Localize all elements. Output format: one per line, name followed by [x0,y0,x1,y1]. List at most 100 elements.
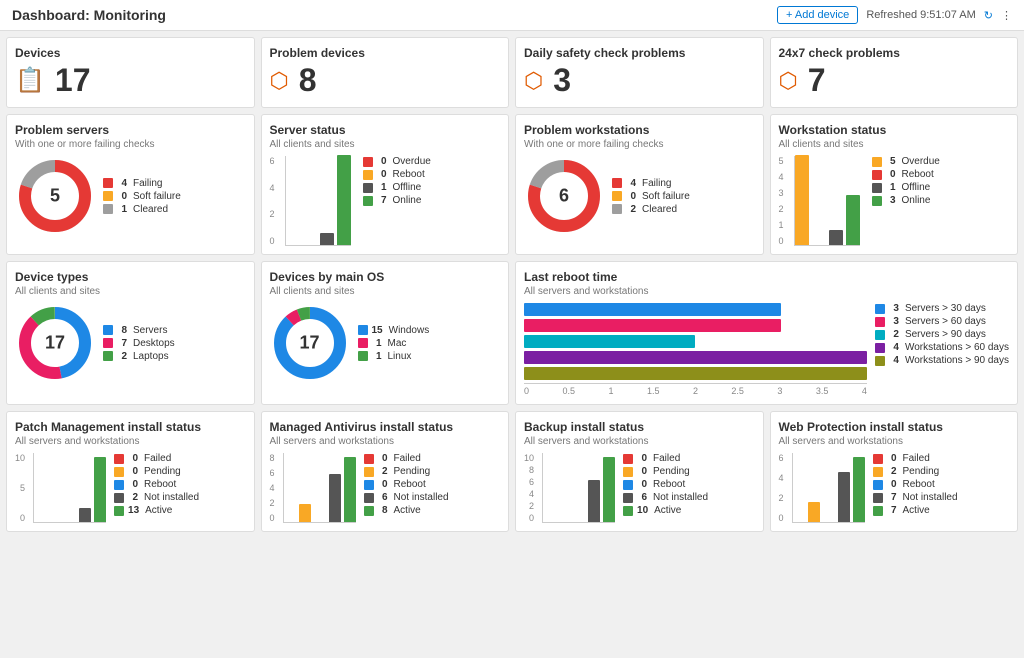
workstation-status-card: Workstation status All clients and sites… [770,114,1019,255]
device-types-count: 17 [45,333,65,354]
backup-bar-active [603,457,615,522]
daily-safety-summary: ⬡ 3 [524,62,755,99]
problem-workstations-title: Problem workstations [524,123,755,137]
problem-servers-donut: 5 [15,156,95,236]
problem-workstations-donut: 6 [524,156,604,236]
problem-workstations-subtitle: With one or more failing checks [524,139,755,150]
av-bar-active [344,457,356,522]
patch-bars [33,453,106,523]
hbar-servers-60 [524,319,781,332]
devices-card: Devices 📋 17 [6,37,255,108]
workstation-status-subtitle: All clients and sites [779,139,1010,150]
legend-item: 4 Failing [103,178,181,189]
check-24x7-card: 24x7 check problems ⬡ 7 [770,37,1019,108]
web-prot-subtitle: All servers and workstations [779,436,1010,447]
server-status-yaxis: 6420 [270,156,277,246]
backup-legend: 0Failed 0Pending 0Reboot 6Not installed … [623,453,708,516]
last-reboot-bars: 00.511.522.533.54 [524,303,867,396]
warning-icon: ⬡ [270,68,289,94]
hbar-ws-60 [524,351,867,364]
hbar-axis: 00.511.522.533.54 [524,383,867,396]
webprot-bar-active [853,457,865,522]
problem-servers-count: 5 [50,186,60,207]
devices-by-os-card: Devices by main OS All clients and sites… [261,261,510,405]
devices-by-os-chart: 17 15Windows 1Mac 1Linux [270,303,501,383]
bar-offline-ws [829,230,843,245]
device-types-subtitle: All clients and sites [15,286,246,297]
av-bar-pending [299,504,311,522]
daily-safety-count: 3 [553,62,571,99]
daily-warning-icon: ⬡ [524,68,543,94]
last-reboot-title: Last reboot time [524,270,1009,284]
patch-bar-notinstalled [79,508,91,522]
managed-antivirus-card: Managed Antivirus install status All ser… [261,411,510,532]
av-legend: 0Failed 2Pending 0Reboot 6Not installed … [364,453,449,516]
webprot-bar-pending [808,502,820,522]
refresh-icon[interactable]: ↻ [984,9,993,22]
patch-legend: 0Failed 0Pending 0Reboot 2Not installed … [114,453,199,516]
devices-by-os-subtitle: All clients and sites [270,286,501,297]
page-title: Dashboard: Monitoring [12,7,166,23]
bar-online-ws [846,195,860,245]
webprot-bar-notinstalled [838,472,850,522]
daily-safety-title: Daily safety check problems [524,46,755,60]
devices-by-os-count: 17 [299,333,319,354]
device-types-card: Device types All clients and sites 17 8S… [6,261,255,405]
add-device-button[interactable]: + Add device [777,6,858,24]
av-bar-notinstalled [329,474,341,522]
server-status-card: Server status All clients and sites 6420… [261,114,510,255]
device-types-chart: 17 8Servers 7Desktops 2Laptops [15,303,246,383]
backup-subtitle: All servers and workstations [524,436,755,447]
last-reboot-legend: 3Servers > 30 days 3Servers > 60 days 2S… [875,303,1009,366]
webprot-legend: 0Failed 2Pending 0Reboot 7Not installed … [873,453,958,516]
bar-overdue-ws [795,155,809,245]
backup-install-card: Backup install status All servers and wo… [515,411,764,532]
backup-yaxis: 1086420 [524,453,534,523]
server-status-title: Server status [270,123,501,137]
devices-title: Devices [15,46,246,60]
check-24x7-summary: ⬡ 7 [779,62,1010,99]
web-prot-title: Web Protection install status [779,420,1010,434]
device-types-title: Device types [15,270,246,284]
problem-devices-summary: ⬡ 8 [270,62,501,99]
device-types-donut: 17 [15,303,95,383]
check-warning-icon: ⬡ [779,68,798,94]
header: Dashboard: Monitoring + Add device Refre… [0,0,1024,31]
workstation-status-yaxis: 543210 [779,156,786,246]
problem-servers-title: Problem servers [15,123,246,137]
problem-devices-count: 8 [299,62,317,99]
antivirus-title: Managed Antivirus install status [270,420,501,434]
antivirus-subtitle: All servers and workstations [270,436,501,447]
patch-bar-active [94,457,106,522]
legend-item: 0 Soft failure [103,191,181,202]
device-types-legend: 8Servers 7Desktops 2Laptops [103,325,175,362]
check-24x7-title: 24x7 check problems [779,46,1010,60]
patch-mgmt-subtitle: All servers and workstations [15,436,246,447]
hbar-servers-90 [524,335,695,348]
dashboard-grid: Devices 📋 17 Problem devices ⬡ 8 Daily s… [0,31,1024,538]
problem-servers-subtitle: With one or more failing checks [15,139,246,150]
problem-workstations-count: 6 [559,186,569,207]
devices-by-os-legend: 15Windows 1Mac 1Linux [358,325,430,362]
daily-safety-card: Daily safety check problems ⬡ 3 [515,37,764,108]
backup-bars [542,453,615,523]
patch-yaxis: 1050 [15,453,25,523]
check-24x7-count: 7 [808,62,826,99]
menu-icon[interactable]: ⋮ [1001,9,1012,22]
problem-workstations-card: Problem workstations With one or more fa… [515,114,764,255]
webprot-bars [792,453,865,523]
server-status-subtitle: All clients and sites [270,139,501,150]
backup-bar-notinstalled [588,480,600,522]
last-reboot-content: 00.511.522.533.54 3Servers > 30 days 3Se… [524,303,1009,396]
refreshed-text: Refreshed 9:51:07 AM [866,9,975,21]
workstation-status-title: Workstation status [779,123,1010,137]
header-actions: + Add device Refreshed 9:51:07 AM ↻ ⋮ [777,6,1012,24]
legend-item: 1 Cleared [103,204,181,215]
web-protection-card: Web Protection install status All server… [770,411,1019,532]
problem-devices-card: Problem devices ⬡ 8 [261,37,510,108]
devices-by-os-title: Devices by main OS [270,270,501,284]
devices-by-os-donut: 17 [270,303,350,383]
server-status-bars [285,156,351,246]
problem-servers-card: Problem servers With one or more failing… [6,114,255,255]
devices-summary: 📋 17 [15,62,246,99]
